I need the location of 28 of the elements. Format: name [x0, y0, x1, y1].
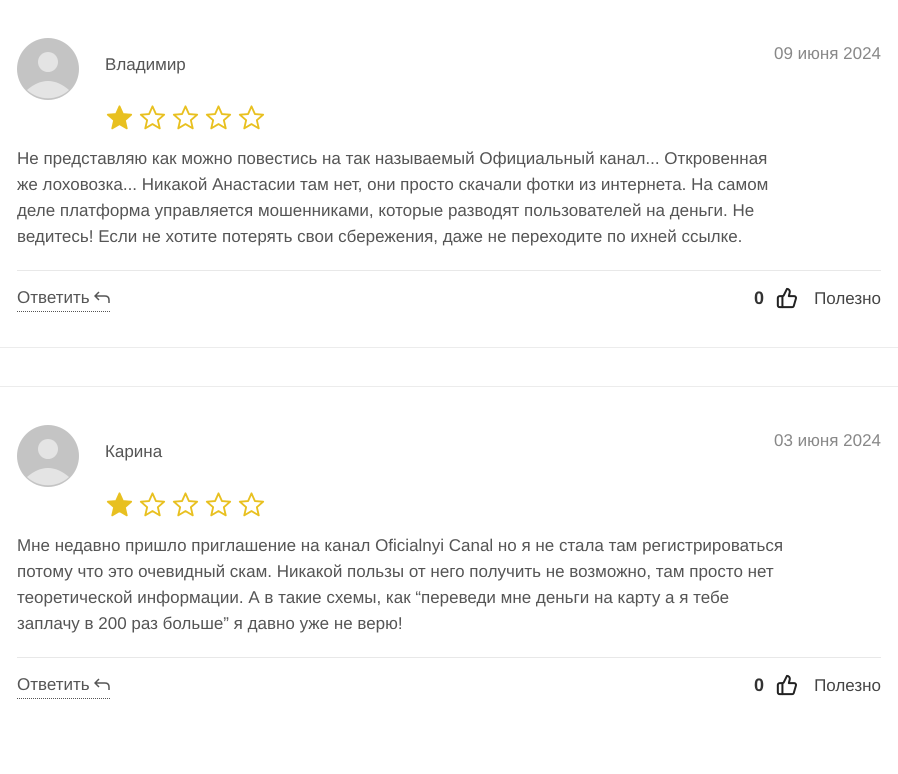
- empty-star-icon: [171, 104, 200, 132]
- author-name: Карина: [105, 441, 162, 463]
- thumbs-up-icon[interactable]: [776, 287, 798, 310]
- empty-star-icon: [204, 490, 233, 518]
- likes-count: 0: [754, 286, 764, 310]
- helpful-button[interactable]: Полезно: [814, 286, 881, 311]
- filled-star-icon: [105, 104, 134, 132]
- reply-link[interactable]: Ответить: [17, 672, 110, 699]
- reply-arrow-icon: [94, 677, 110, 692]
- empty-star-icon: [171, 490, 200, 518]
- reply-link[interactable]: Ответить: [17, 284, 110, 312]
- empty-star-icon: [237, 490, 266, 518]
- filled-star-icon: [105, 490, 134, 518]
- reply-arrow-icon: [94, 290, 110, 304]
- empty-star-icon: [138, 104, 167, 132]
- review-text: Мне недавно пришло приглашение на канал Oficialnyi Canal но я не стала там регистрироваться потому что это очевидный скам. Никакой пользы от него получить не возможно, там просто нет теоретической информации. А в такие схемы, как “переведи мне деньги на карту а я тебе заплачу в 200 раз больше” я давно уже не верю!: [17, 534, 784, 634]
- empty-star-icon: [138, 490, 167, 518]
- author-name: Владимир: [105, 54, 186, 76]
- avatar-icon: [17, 38, 79, 100]
- review-date: 09 июня 2024: [774, 43, 881, 65]
- thumbs-up-icon[interactable]: [776, 674, 798, 696]
- empty-star-icon: [237, 104, 266, 132]
- review-date: 03 июня 2024: [774, 430, 881, 452]
- empty-star-icon: [204, 104, 233, 132]
- likes-count: 0: [754, 674, 764, 697]
- helpful-button[interactable]: Полезно: [814, 672, 881, 698]
- review-text: Не представляю как можно повестись на так называемый Официальный канал... Откровенная же лоховозка... Никакой Анастасии там нет, они просто скачали фотки из интернета. На самом деле платформа управляется мошенниками, которые разводят пользователей на деньги. Не ведитесь! Если не хотите потерять свои сбережения, даже не переходите по ихней ссылке.: [17, 148, 770, 248]
- avatar-icon: [17, 425, 79, 487]
